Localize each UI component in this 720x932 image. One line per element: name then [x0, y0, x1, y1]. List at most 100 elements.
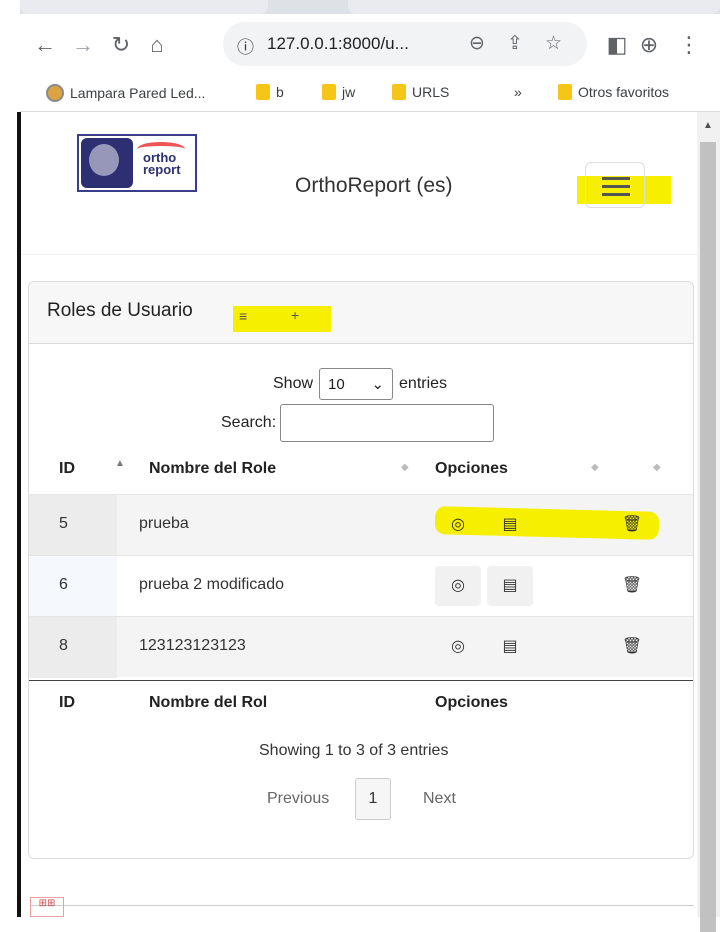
yellow-highlight: [233, 306, 331, 332]
sort-icon: ◆: [591, 462, 599, 473]
eye-icon[interactable]: ◎: [435, 566, 481, 606]
sort-asc-icon: ▲: [115, 458, 125, 469]
footer-header-name: Nombre del Rol: [149, 694, 268, 711]
folder-icon: [558, 84, 572, 100]
url-text[interactable]: 127.0.0.1:8000/u...: [267, 34, 409, 54]
hamburger-icon: [602, 177, 630, 180]
card-title: Roles de Usuario: [47, 300, 193, 321]
bookmark-lampara[interactable]: Lampara Pared Led...: [46, 84, 205, 102]
tab-strip: [20, 0, 720, 14]
next-page-button[interactable]: Next: [423, 790, 456, 808]
entries-select[interactable]: 10 ⌄: [319, 368, 394, 400]
back-arrow-icon[interactable]: ←: [32, 32, 58, 58]
browser-tab-active[interactable]: [348, 0, 720, 14]
browser-toolbar: ← → ↻ ⌂ ⓘ 127.0.0.1:8000/u... ⊖ ⇪ ☆ ◧ ⊕ …: [20, 14, 720, 76]
site-brand[interactable]: OrthoReport (es): [295, 174, 453, 198]
search-input[interactable]: [280, 404, 495, 442]
column-header-options[interactable]: Opciones: [435, 460, 508, 478]
entries-select-value: 10: [328, 375, 345, 393]
previous-page-button[interactable]: Previous: [267, 790, 329, 808]
reload-icon[interactable]: ↻: [108, 32, 134, 58]
more-bookmarks-label: »: [514, 84, 522, 100]
table-row: 8 123123123123 ◎ ▤ 🗑: [29, 616, 693, 678]
trash-icon[interactable]: 🗑: [609, 627, 655, 667]
lamp-site-icon: [46, 84, 64, 102]
bookmark-jw[interactable]: jw: [322, 84, 355, 100]
orthoreport-logo[interactable]: ortho report: [77, 134, 197, 192]
datatable-length: Show 10 ⌄ entries: [273, 368, 447, 400]
table-row: 5 prueba ◎ ▤ 🗑: [29, 494, 693, 556]
bookmark-label: b: [276, 84, 284, 100]
logo-text: ortho report: [143, 150, 181, 177]
datatable-info: Showing 1 to 3 of 3 entries: [259, 742, 449, 759]
add-role-icon[interactable]: +: [291, 307, 299, 323]
forward-arrow-icon[interactable]: →: [70, 32, 96, 58]
side-panel-icon[interactable]: ◧: [604, 32, 630, 58]
table-row: 6 prueba 2 modificado ◎ ▤ 🗑: [29, 555, 693, 617]
bookmark-label: jw: [342, 84, 356, 100]
sort-icon: ◆: [401, 462, 409, 473]
bookmark-label: URLS: [412, 84, 450, 100]
form-icon[interactable]: ▤: [487, 566, 533, 606]
debug-toolbar-icon[interactable]: ⊞⊞: [30, 897, 64, 917]
folder-icon: [322, 84, 336, 100]
page-scrollbar[interactable]: ▲: [697, 112, 720, 932]
more-bookmarks-button[interactable]: »: [514, 84, 522, 100]
id-cell: [29, 617, 117, 678]
hamburger-icon-bar: [602, 193, 630, 196]
bookmarks-bar: Lampara Pared Led... b jw URLS » Otros f…: [20, 76, 720, 112]
role-id: 8: [59, 637, 68, 654]
table-footer-divider: [29, 680, 693, 681]
eye-icon[interactable]: ◎: [435, 505, 481, 545]
sort-icon: ◆: [653, 462, 661, 473]
search-label: Search:: [221, 414, 277, 431]
datatable-search: Search:: [221, 404, 495, 442]
id-cell: [29, 495, 117, 556]
site-info-icon[interactable]: ⓘ: [237, 33, 254, 58]
trash-icon[interactable]: 🗑: [609, 505, 655, 545]
scroll-up-arrow-icon[interactable]: ▲: [703, 120, 713, 131]
page-divider: [30, 905, 694, 906]
role-name: prueba 2 modificado: [139, 576, 284, 593]
page-1-button[interactable]: 1: [355, 778, 391, 820]
show-label: Show: [273, 375, 314, 392]
folder-icon: [256, 84, 270, 100]
share-icon[interactable]: ⇪: [507, 32, 523, 55]
footer-header-options: Opciones: [435, 694, 508, 711]
roles-card: Roles de Usuario ≡ + Show 10 ⌄ entries S…: [28, 281, 694, 859]
bookmark-label: Lampara Pared Led...: [70, 85, 206, 101]
trash-icon[interactable]: 🗑: [609, 566, 655, 606]
hamburger-icon-bar: [602, 185, 630, 188]
form-icon[interactable]: ▤: [487, 505, 533, 545]
other-favorites-folder[interactable]: Otros favoritos: [558, 84, 669, 100]
menu-kebab-icon[interactable]: ⋮: [676, 32, 702, 58]
form-icon[interactable]: ▤: [487, 627, 533, 667]
footer-header-id: ID: [59, 694, 75, 711]
site-navbar: ortho report OrthoReport (es): [21, 112, 697, 255]
list-icon[interactable]: ≡: [239, 308, 247, 324]
zoom-icon[interactable]: ⊖: [469, 32, 485, 55]
role-id: 6: [59, 576, 68, 593]
role-name: 123123123123: [139, 637, 246, 654]
navbar-toggler-button[interactable]: [585, 162, 645, 208]
entries-label: entries: [399, 375, 448, 392]
profile-lock-icon[interactable]: ⊕: [636, 32, 662, 58]
role-id: 5: [59, 515, 68, 532]
other-favorites-label: Otros favoritos: [578, 84, 670, 100]
eye-icon[interactable]: ◎: [435, 627, 481, 667]
logo-emblem-highlight: [89, 144, 119, 176]
column-header-id[interactable]: ID: [59, 460, 75, 478]
bookmark-star-icon[interactable]: ☆: [545, 32, 562, 55]
id-cell: [29, 556, 117, 617]
column-header-name[interactable]: Nombre del Role: [149, 460, 276, 478]
home-icon[interactable]: ⌂: [144, 32, 170, 58]
address-bar[interactable]: ⓘ 127.0.0.1:8000/u... ⊖ ⇪ ☆: [223, 22, 587, 66]
bookmark-urls[interactable]: URLS: [392, 84, 449, 100]
left-window-edge: [0, 0, 21, 917]
scrollbar-thumb[interactable]: [700, 142, 716, 932]
role-name: prueba: [139, 515, 189, 532]
bookmark-b[interactable]: b: [256, 84, 284, 100]
folder-icon: [392, 84, 406, 100]
browser-tab[interactable]: [20, 0, 268, 14]
card-header: Roles de Usuario ≡ +: [29, 282, 693, 344]
